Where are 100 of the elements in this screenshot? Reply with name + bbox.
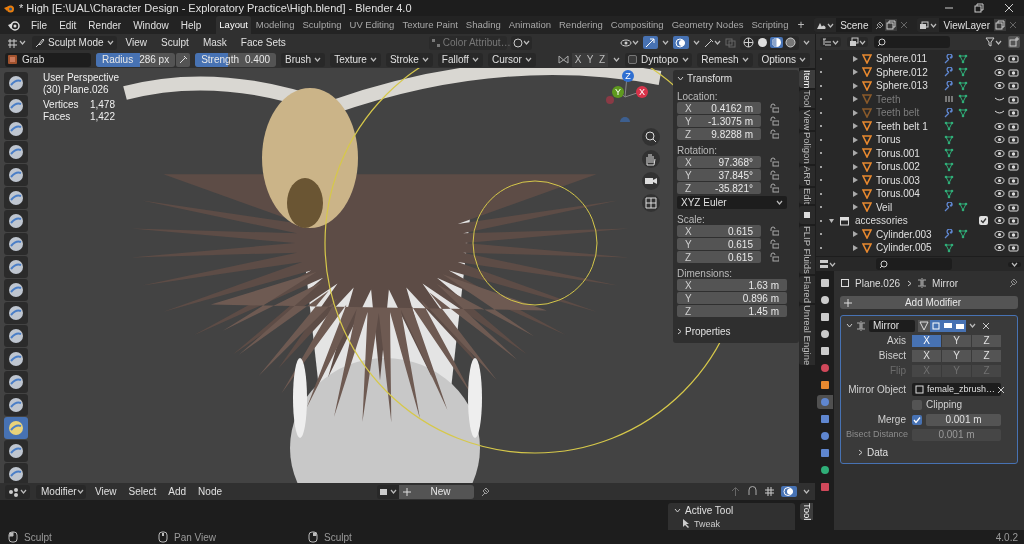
mesh-data-icon[interactable] xyxy=(958,53,968,64)
xray-dropdown[interactable] xyxy=(704,37,721,48)
mesh-data-icon[interactable] xyxy=(944,188,954,199)
mode-dropdown[interactable]: Modifier xyxy=(36,484,86,499)
mesh-data-icon[interactable] xyxy=(958,107,968,118)
tool-button[interactable] xyxy=(4,95,28,117)
menu-item[interactable]: File xyxy=(26,17,53,33)
editor-type-button[interactable] xyxy=(819,259,836,269)
options-dropdown[interactable] xyxy=(1008,261,1021,267)
filter-dropdown[interactable] xyxy=(847,37,868,47)
browse-button[interactable] xyxy=(814,18,837,32)
camera-icon[interactable] xyxy=(1008,162,1019,172)
browse-button[interactable] xyxy=(377,484,399,499)
on-cage-toggle[interactable] xyxy=(918,319,930,332)
blender-logo-icon[interactable] xyxy=(8,19,20,31)
lock-icon[interactable] xyxy=(769,239,779,249)
pressure-toggle[interactable] xyxy=(176,52,191,67)
name-field[interactable]: Scene xyxy=(836,18,873,32)
workspace-tab[interactable]: Geometry Nodes xyxy=(668,16,747,34)
lock-icon[interactable] xyxy=(769,170,779,180)
pin-icon[interactable] xyxy=(874,20,884,30)
material-preview-button[interactable] xyxy=(770,37,783,48)
camera-icon[interactable] xyxy=(1008,229,1019,239)
overlay-toggle[interactable] xyxy=(781,486,797,497)
camera-icon[interactable] xyxy=(1008,216,1019,226)
edit-mode-toggle[interactable] xyxy=(930,319,942,332)
wrench-icon[interactable] xyxy=(944,80,954,91)
number-field[interactable]: Z -35.821° xyxy=(677,182,761,194)
lock-icon[interactable] xyxy=(769,129,779,139)
eye-icon[interactable] xyxy=(994,148,1005,158)
pin-icon[interactable] xyxy=(480,486,490,497)
sidebar-tab[interactable]: Unreal Engine xyxy=(799,304,815,365)
tool-button[interactable] xyxy=(4,440,28,462)
snap-icon[interactable] xyxy=(747,486,758,497)
options-dropdown[interactable]: Options xyxy=(757,52,810,67)
number-field[interactable]: Z 9.8288 m xyxy=(677,128,761,140)
chevron-right-icon[interactable] xyxy=(858,448,863,456)
sidebar-tab[interactable] xyxy=(799,205,815,224)
axis-toggle[interactable]: Y xyxy=(942,334,971,347)
new-collection-icon[interactable] xyxy=(1008,36,1020,48)
mesh-data-icon[interactable] xyxy=(958,202,968,213)
grid-icon[interactable] xyxy=(764,486,775,497)
chevron-down-icon[interactable] xyxy=(828,217,835,225)
display-mode-dropdown[interactable] xyxy=(820,37,841,47)
solid-button[interactable] xyxy=(756,37,769,48)
tool-button[interactable] xyxy=(4,348,28,370)
menu-item[interactable]: Mask xyxy=(197,35,232,50)
sidebar-tab[interactable]: View xyxy=(799,109,815,131)
lock-icon[interactable] xyxy=(769,226,779,236)
mesh-data-icon[interactable] xyxy=(944,242,954,253)
outliner-item[interactable]: Torus xyxy=(876,132,940,148)
axis-toggle[interactable]: X xyxy=(912,349,941,362)
sidebar-tab[interactable]: Flared xyxy=(799,275,815,303)
workspace-tab[interactable]: Animation xyxy=(505,16,554,34)
brush-field[interactable]: Grab xyxy=(5,52,91,67)
sidebar-tab[interactable]: Item xyxy=(799,70,815,89)
axis-toggle[interactable]: Y xyxy=(942,349,971,362)
number-field[interactable]: Z 0.615 xyxy=(677,251,761,263)
sidebar-tab[interactable]: Tool xyxy=(800,503,813,521)
checkbox-label[interactable]: Clipping xyxy=(926,397,963,412)
menu-item[interactable]: Face Sets xyxy=(235,35,291,50)
outliner-item[interactable]: Cylinder.005 xyxy=(876,240,940,256)
popover-dropdown[interactable]: Cursor xyxy=(487,52,536,67)
lock-icon[interactable] xyxy=(769,183,779,193)
workspace-tab[interactable]: Sculpting xyxy=(299,16,345,34)
number-field[interactable]: Y 0.896 m xyxy=(677,292,787,304)
rendered-button[interactable] xyxy=(784,37,797,48)
eye-icon[interactable] xyxy=(994,202,1005,212)
camera-icon[interactable] xyxy=(1008,121,1019,131)
dyntopo-toggle[interactable]: Dyntopo xyxy=(625,52,693,67)
shading-dropdown[interactable] xyxy=(510,35,532,50)
tool-button[interactable] xyxy=(4,302,28,324)
visibility-dropdown[interactable] xyxy=(620,37,639,48)
eye-icon[interactable] xyxy=(994,81,1005,91)
tool-button[interactable] xyxy=(4,233,28,255)
mesh-data-icon[interactable] xyxy=(944,148,954,159)
mesh-data-icon[interactable] xyxy=(958,94,968,105)
checkbox[interactable] xyxy=(912,399,922,410)
rotation-mode-dropdown[interactable]: XYZ Euler xyxy=(677,196,787,209)
chevron-down-icon[interactable] xyxy=(846,323,853,328)
tool-button[interactable] xyxy=(4,72,28,94)
workspace-tab[interactable]: Shading xyxy=(462,16,504,34)
outliner-item[interactable]: Sphere.012 xyxy=(876,64,940,80)
tool-button[interactable] xyxy=(4,164,28,186)
mode-dropdown[interactable]: Sculpt Mode xyxy=(32,35,117,50)
outliner-item[interactable]: Torus.002 xyxy=(876,159,940,175)
add-workspace-button[interactable]: + xyxy=(793,16,809,34)
tool-button[interactable] xyxy=(4,187,28,209)
sidebar-tab[interactable]: Poligon xyxy=(799,132,815,165)
copy-icon[interactable] xyxy=(994,19,1006,31)
number-field[interactable]: Z 1.45 m xyxy=(677,305,787,317)
popover-dropdown[interactable]: Brush xyxy=(281,52,326,67)
camera-icon[interactable] xyxy=(1008,175,1019,185)
menu-item[interactable]: View xyxy=(120,35,153,50)
tool-name[interactable]: Tweak xyxy=(694,518,720,529)
axis-toggle[interactable]: X xyxy=(912,334,941,347)
overlay-toggle[interactable] xyxy=(673,36,689,49)
workspace-tab[interactable]: UV Editing xyxy=(346,16,398,34)
checkbox[interactable] xyxy=(979,216,988,226)
tool-button[interactable] xyxy=(4,417,28,439)
